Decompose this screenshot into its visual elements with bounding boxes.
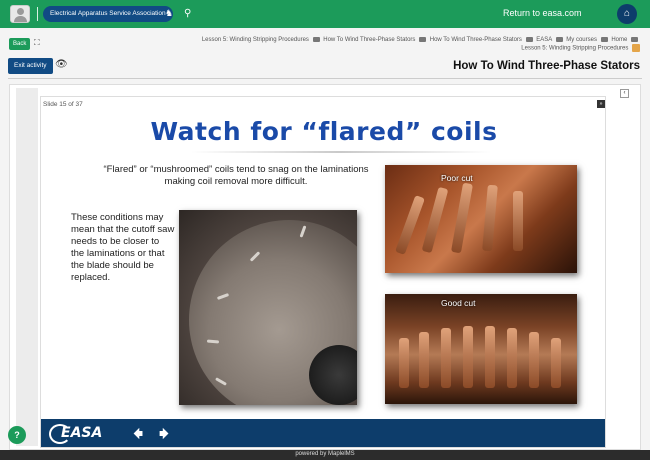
top-bar: Electrical Apparatus Service Association… — [0, 0, 650, 28]
fullscreen-icon[interactable]: ⛶ — [34, 38, 40, 48]
bell-icon[interactable]: ♞ — [165, 8, 173, 19]
lesson-icon — [632, 44, 640, 52]
folder-icon — [312, 36, 320, 42]
poor-cut-label: Poor cut — [441, 173, 473, 183]
divider — [8, 78, 642, 79]
powered-by-text: powered by MaplelMS — [295, 451, 355, 457]
breadcrumb-item[interactable]: How To Wind Three-Phase Stators — [323, 37, 415, 43]
cutoff-saw-photo — [179, 210, 357, 405]
next-slide-button[interactable]: 🠺 — [153, 423, 175, 445]
collapse-panel-icon[interactable]: ‹ — [620, 89, 629, 98]
back-button[interactable]: Back — [9, 38, 31, 50]
search-icon[interactable]: ⚲ — [184, 8, 191, 19]
good-cut-label: Good cut — [441, 298, 476, 308]
help-button[interactable]: ? — [8, 426, 26, 444]
home-icon[interactable]: ⌂ — [617, 4, 637, 24]
breadcrumb-item[interactable]: How To Wind Three-Phase Stators — [430, 37, 522, 43]
good-cut-photo: Good cut — [385, 294, 577, 404]
slide-counter: Slide 15 of 37 — [43, 101, 83, 108]
slide-footer: EASA 🠸 🠺 — [41, 419, 605, 447]
home-folder-icon — [631, 36, 638, 42]
folder-icon — [525, 36, 533, 42]
easa-logo-text: EASA — [61, 425, 103, 441]
folder-icon — [555, 36, 563, 42]
return-link[interactable]: Return to easa.com — [503, 8, 582, 18]
previous-slide-button[interactable]: 🠸 — [127, 423, 149, 445]
breadcrumb-lesson-label[interactable]: Lesson 5: Winding Stripping Procedures — [521, 46, 628, 52]
breadcrumb-item[interactable]: Lesson 5: Winding Stripping Procedures — [202, 37, 309, 43]
slide-text-flared: “Flared” or “mushroomed” coils tend to s… — [103, 164, 369, 187]
poor-cut-photo: Poor cut — [385, 165, 577, 273]
slide-title: Watch for “flared” coils — [150, 117, 498, 146]
slide-text-conditions: These conditions may mean that the cutof… — [71, 212, 175, 283]
breadcrumb-item[interactable]: EASA — [536, 37, 552, 43]
page-title: How To Wind Three-Phase Stators — [453, 60, 640, 72]
content-sidebar — [16, 88, 38, 446]
folder-icon — [600, 36, 608, 42]
eye-icon[interactable]: 👁 — [55, 59, 68, 70]
divider — [191, 151, 491, 153]
easa-logo: EASA — [49, 424, 105, 444]
folder-icon — [419, 36, 427, 42]
breadcrumb-item[interactable]: My courses — [566, 37, 597, 43]
slide-menu-icon[interactable]: » — [597, 100, 605, 108]
breadcrumb-item[interactable]: Home — [611, 37, 627, 43]
slide: Slide 15 of 37 » Watch for “flared” coil… — [40, 96, 606, 448]
org-button[interactable]: Electrical Apparatus Service Association — [43, 6, 173, 22]
divider — [37, 7, 38, 21]
user-avatar[interactable] — [10, 5, 30, 23]
exit-activity-button[interactable]: Exit activity — [8, 58, 53, 74]
breadcrumb-lesson[interactable]: Lesson 5: Winding Stripping Procedures — [521, 44, 640, 52]
